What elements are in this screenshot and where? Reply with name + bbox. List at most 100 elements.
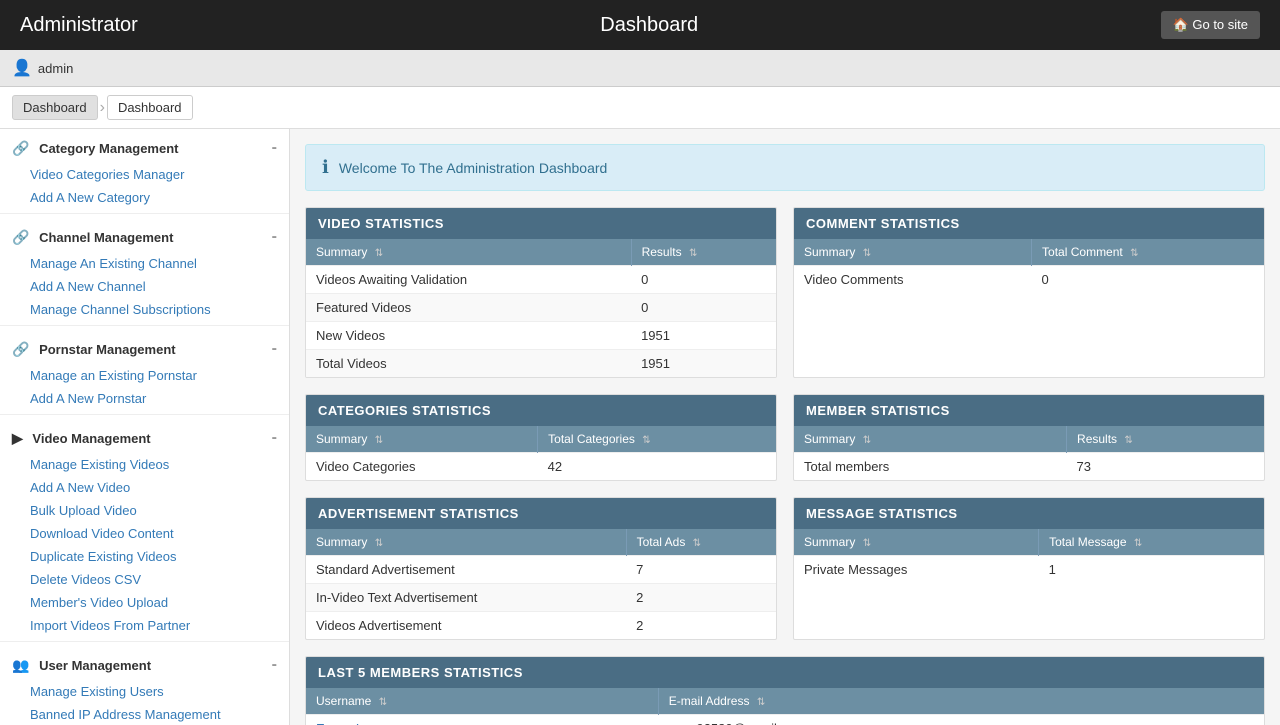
- stat-value: 2: [626, 612, 776, 640]
- header-dashboard-title: Dashboard: [600, 14, 698, 37]
- sidebar-item-manage-existing-channel[interactable]: Manage An Existing Channel: [0, 252, 289, 275]
- sidebar-section-video[interactable]: ▶ Video Management -: [0, 419, 289, 453]
- member-statistics-header: MEMBER STATISTICS: [794, 395, 1264, 426]
- stat-value: 42: [538, 453, 776, 481]
- sidebar: 🔗 Category Management - Video Categories…: [0, 129, 290, 725]
- member-statistics-table: Summary ⇅ Results ⇅ Total members73: [794, 426, 1264, 480]
- sidebar-section-channel[interactable]: 🔗 Channel Management -: [0, 218, 289, 252]
- stat-summary: Video Comments: [794, 266, 1032, 294]
- breadcrumb-item-current: Dashboard: [107, 95, 193, 120]
- member-statistics-box: MEMBER STATISTICS Summary ⇅ Results ⇅ To…: [793, 394, 1265, 481]
- sidebar-item-add-new-channel[interactable]: Add A New Channel: [0, 275, 289, 298]
- stat-summary: Video Categories: [306, 453, 538, 481]
- sidebar-item-members-video-upload[interactable]: Member's Video Upload: [0, 591, 289, 614]
- breadcrumb-item-dashboard[interactable]: Dashboard: [12, 95, 98, 120]
- sub-header: 👤 admin: [0, 50, 1280, 87]
- video-stats-col-summary: Summary ⇅: [306, 239, 631, 266]
- user-mgmt-icon: 👥: [12, 657, 29, 673]
- info-icon: ℹ: [322, 157, 329, 178]
- pornstar-icon: 🔗: [12, 341, 29, 357]
- stat-summary: New Videos: [306, 322, 631, 350]
- comment-stats-col-summary: Summary ⇅: [794, 239, 1032, 266]
- last5-members-table: Username ⇅ E-mail Address ⇅ Evans Irenum…: [306, 688, 1264, 725]
- sidebar-item-manage-existing-videos[interactable]: Manage Existing Videos: [0, 453, 289, 476]
- table-row: Private Messages1: [794, 556, 1264, 584]
- stat-value: 1951: [631, 322, 776, 350]
- divider-3: [0, 414, 289, 415]
- message-statistics-table: Summary ⇅ Total Message ⇅ Private Messag…: [794, 529, 1264, 583]
- stat-summary: In-Video Text Advertisement: [306, 584, 626, 612]
- last5-col-email: E-mail Address ⇅: [658, 688, 1264, 715]
- stat-summary: Standard Advertisement: [306, 556, 626, 584]
- stat-value: 7: [626, 556, 776, 584]
- sidebar-item-manage-existing-pornstar[interactable]: Manage an Existing Pornstar: [0, 364, 289, 387]
- breadcrumb-separator: ›: [100, 99, 105, 117]
- stat-value: 0: [631, 266, 776, 294]
- sidebar-pornstar-label: Pornstar Management: [39, 342, 176, 357]
- stat-value: 0: [631, 294, 776, 322]
- sidebar-channel-label: Channel Management: [39, 230, 173, 245]
- stat-summary: Featured Videos: [306, 294, 631, 322]
- sidebar-item-add-new-pornstar[interactable]: Add A New Pornstar: [0, 387, 289, 410]
- sidebar-section-category[interactable]: 🔗 Category Management -: [0, 129, 289, 163]
- table-row: Videos Advertisement2: [306, 612, 776, 640]
- stat-value: 73: [1067, 453, 1264, 481]
- divider-1: [0, 213, 289, 214]
- admin-user: 👤 admin: [12, 58, 302, 78]
- last5-members-box: LAST 5 MEMBERS STATISTICS Username ⇅ E-m…: [305, 656, 1265, 725]
- stat-summary: Private Messages: [794, 556, 1039, 584]
- welcome-message: Welcome To The Administration Dashboard: [339, 160, 607, 176]
- sidebar-item-add-new-video[interactable]: Add A New Video: [0, 476, 289, 499]
- video-statistics-header: VIDEO STATISTICS: [306, 208, 776, 239]
- go-to-site-button[interactable]: 🏠 Go to site: [1161, 11, 1260, 39]
- divider-4: [0, 641, 289, 642]
- last5-col-username: Username ⇅: [306, 688, 658, 715]
- sidebar-item-download-video-content[interactable]: Download Video Content: [0, 522, 289, 545]
- table-row: Video Comments0: [794, 266, 1264, 294]
- sidebar-item-import-videos-from-partner[interactable]: Import Videos From Partner: [0, 614, 289, 637]
- video-icon: ▶: [12, 430, 23, 446]
- sidebar-user-label: User Management: [39, 658, 151, 673]
- last5-members-header: LAST 5 MEMBERS STATISTICS: [306, 657, 1264, 688]
- sidebar-item-add-new-category[interactable]: Add A New Category: [0, 186, 289, 209]
- member-stats-col-summary: Summary ⇅: [794, 426, 1067, 453]
- sidebar-video-label: Video Management: [32, 431, 150, 446]
- sidebar-item-banned-ip-management[interactable]: Banned IP Address Management: [0, 703, 289, 725]
- stats-grid: VIDEO STATISTICS Summary ⇅ Results ⇅ Vid…: [305, 207, 1265, 725]
- cat-stats-col-total: Total Categories ⇅: [538, 426, 776, 453]
- collapse-user: -: [272, 656, 277, 674]
- comment-stats-col-total: Total Comment ⇅: [1032, 239, 1264, 266]
- video-statistics-table: Summary ⇅ Results ⇅ Videos Awaiting Vali…: [306, 239, 776, 377]
- sidebar-item-delete-videos-csv[interactable]: Delete Videos CSV: [0, 568, 289, 591]
- stat-value: 2: [626, 584, 776, 612]
- stat-summary: Total Videos: [306, 350, 631, 378]
- sidebar-section-user[interactable]: 👥 User Management -: [0, 646, 289, 680]
- table-row: New Videos1951: [306, 322, 776, 350]
- sidebar-item-manage-existing-users[interactable]: Manage Existing Users: [0, 680, 289, 703]
- cat-stats-col-summary: Summary ⇅: [306, 426, 538, 453]
- content-area: ℹ Welcome To The Administration Dashboar…: [290, 129, 1280, 725]
- table-row: Featured Videos0: [306, 294, 776, 322]
- main-layout: 🔗 Category Management - Video Categories…: [0, 129, 1280, 725]
- categories-statistics-box: CATEGORIES STATISTICS Summary ⇅ Total Ca…: [305, 394, 777, 481]
- msg-stats-col-summary: Summary ⇅: [794, 529, 1039, 556]
- stat-value: 0: [1032, 266, 1264, 294]
- user-icon: 👤: [12, 58, 32, 78]
- sidebar-item-manage-channel-subscriptions[interactable]: Manage Channel Subscriptions: [0, 298, 289, 321]
- table-row: Standard Advertisement7: [306, 556, 776, 584]
- stat-summary: Videos Advertisement: [306, 612, 626, 640]
- message-statistics-header: MESSAGE STATISTICS: [794, 498, 1264, 529]
- sidebar-category-label: Category Management: [39, 141, 178, 156]
- categories-statistics-table: Summary ⇅ Total Categories ⇅ Video Categ…: [306, 426, 776, 480]
- ad-stats-col-total: Total Ads ⇅: [626, 529, 776, 556]
- table-row: Total Videos1951: [306, 350, 776, 378]
- table-row: In-Video Text Advertisement2: [306, 584, 776, 612]
- sidebar-item-bulk-upload-video[interactable]: Bulk Upload Video: [0, 499, 289, 522]
- comment-statistics-table: Summary ⇅ Total Comment ⇅ Video Comments…: [794, 239, 1264, 293]
- welcome-banner: ℹ Welcome To The Administration Dashboar…: [305, 144, 1265, 191]
- video-statistics-box: VIDEO STATISTICS Summary ⇅ Results ⇅ Vid…: [305, 207, 777, 378]
- comment-statistics-box: COMMENT STATISTICS Summary ⇅ Total Comme…: [793, 207, 1265, 378]
- sidebar-item-duplicate-existing-videos[interactable]: Duplicate Existing Videos: [0, 545, 289, 568]
- sidebar-section-pornstar[interactable]: 🔗 Pornstar Management -: [0, 330, 289, 364]
- sidebar-item-video-categories-manager[interactable]: Video Categories Manager: [0, 163, 289, 186]
